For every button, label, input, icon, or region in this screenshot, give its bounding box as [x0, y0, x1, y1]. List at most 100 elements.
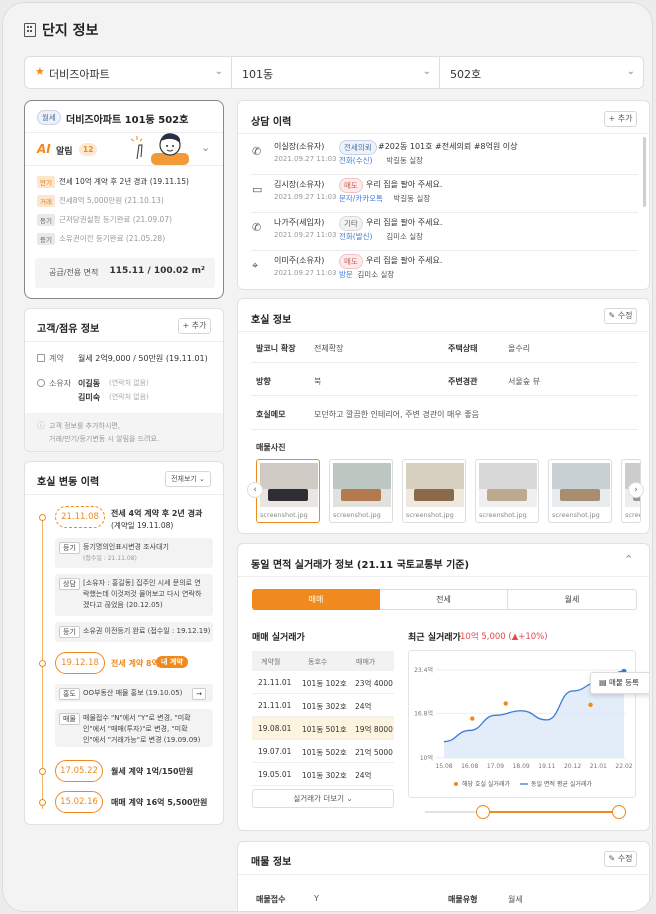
app-frame: 단지 정보 ★ 더비즈아파트 ⌄ 101동 ⌄ 502호 ⌄ 월세 더비즈아파트…: [2, 2, 653, 912]
note-line: 겠다고 끊었음 (20.12.05): [83, 601, 163, 609]
consult-item[interactable]: ⌖ 이미주(소유자) 매도 우리 집을 팔아 주세요. 2021.09.27 11:03…: [238, 253, 638, 289]
timeline-dot: [39, 660, 46, 667]
room-photo: [333, 463, 391, 507]
balcony-value: 전체확장: [314, 344, 344, 353]
owner-name: 이길동: [78, 379, 101, 388]
edit-room-button[interactable]: ✎ 수정: [604, 308, 637, 324]
alert-tag: 등기: [37, 233, 55, 245]
trade-cell: 101동 102호: [302, 679, 347, 688]
history-filter-select[interactable]: 전체보기 ⌄: [165, 471, 211, 487]
timeline-dot: [39, 799, 46, 806]
add-customer-button[interactable]: + 추가: [178, 318, 211, 334]
chevron-down-icon[interactable]: ⌄: [201, 141, 210, 154]
divider: [251, 212, 638, 213]
tab-jeonse[interactable]: 전세: [380, 589, 508, 610]
legend-label: 해당 호실 실거래가: [462, 780, 510, 788]
photo-thumb[interactable]: screenshot.jpg: [329, 459, 393, 523]
hint-text: 거래/만기/등기변동 시 알림을 드려요.: [49, 435, 160, 443]
apartment-select[interactable]: ★ 더비즈아파트 ⌄: [24, 56, 232, 89]
owner-note: (연락처 없음): [109, 393, 149, 401]
chevron-up-icon[interactable]: ⌃: [624, 553, 633, 566]
trade-row[interactable]: 19.07.01 101동 502호 21억 5000: [252, 740, 394, 763]
note-line: 매물접수 "N"에서 "Y"로 변경, "미확: [83, 714, 191, 722]
more-label: 실거래가 더보기: [293, 794, 344, 803]
event-date: 15.02.16: [55, 791, 103, 813]
trade-row[interactable]: 19.05.01 101동 302호 24억: [252, 763, 394, 786]
photo-thumb[interactable]: screenshot.jpg: [475, 459, 539, 523]
contract-icon: [37, 354, 45, 362]
trade-title: 동일 면적 실거래가 정보 (21.11 국토교통부 기준): [251, 560, 470, 571]
scrollbar[interactable]: [643, 137, 646, 207]
range-handle-left[interactable]: [476, 805, 490, 819]
photo-furniture: [341, 489, 381, 501]
edit-label: 수정: [617, 854, 633, 863]
consult-tag: 매도: [339, 254, 363, 269]
balcony-label: 발코니 확장: [256, 344, 296, 353]
add-consult-button[interactable]: + 추가: [604, 111, 637, 127]
note-tag: 등기: [59, 542, 80, 554]
area-label: 공급/전용 면적: [49, 268, 99, 277]
prev-photo-button[interactable]: ‹: [247, 482, 263, 498]
trade-row[interactable]: 19.08.01 101동 501호 19억 8000: [252, 717, 394, 740]
unit-card: 월세 더비즈아파트 101동 502호 AI 알림 12 ⌄ 만기 전세 10억 …: [24, 100, 224, 299]
add-listing-popup[interactable]: ▤ 매물 등록: [590, 672, 649, 694]
event-date: 17.05.22: [55, 760, 103, 782]
trade-cell: 101동 502호: [302, 748, 347, 757]
alert-text: 소유권이전 등기완료 (21.05.28): [59, 234, 166, 243]
legend-label: 동일 면적 평균 실거래가: [531, 780, 592, 788]
photo-caption: screenshot.jpg: [333, 511, 381, 519]
photo-thumb[interactable]: screenshot.jpg: [548, 459, 612, 523]
trade-cell: 21.11.01: [258, 701, 292, 710]
note-tag: 상담: [59, 578, 80, 590]
more-trades-button[interactable]: 실거래가 더보기 ⌄: [252, 789, 394, 808]
photos-label: 매물사진: [256, 443, 286, 452]
chevron-down-icon: ⌄: [626, 66, 635, 77]
dong-select[interactable]: 101동 ⌄: [232, 56, 440, 89]
note-tag: 매물: [59, 713, 80, 725]
ho-select-value: 502호: [450, 68, 482, 81]
edit-listing-button[interactable]: ✎ 수정: [604, 851, 637, 867]
photo-furniture: [268, 489, 308, 501]
tab-monthly[interactable]: 월세: [508, 589, 637, 610]
trade-row[interactable]: 21.11.01 101동 102호 23억 4000: [252, 671, 394, 694]
room-photo: [479, 463, 537, 507]
ho-select[interactable]: 502호 ⌄: [440, 56, 644, 89]
direction-value: 북: [314, 377, 322, 386]
consult-item[interactable]: ✆ 나가주(세입자) 기타 우리 집을 팔아 주세요. 2021.09.27 11:03…: [238, 215, 638, 253]
room-photo: [552, 463, 610, 507]
my-contract-badge: 내 계약: [156, 656, 188, 668]
edit-label: 수정: [617, 311, 633, 320]
status-label: 주택상태: [448, 344, 478, 353]
range-handle-right[interactable]: [612, 805, 626, 819]
next-photo-button[interactable]: ›: [628, 482, 644, 498]
event-text: 전세 4억 계약 후 2년 경과: [111, 509, 203, 518]
trade-row[interactable]: 21.11.01 101동 302호 24억: [252, 694, 394, 717]
consult-item[interactable]: ▭ 김시장(소유자) 매도 우리 집을 팔아 주세요. 2021.09.27 11:03…: [238, 177, 638, 215]
trade-cell: 19억 8000: [355, 725, 393, 734]
photo-thumb[interactable]: screenshot.jpg: [256, 459, 320, 523]
tab-sale[interactable]: 매매: [252, 589, 380, 610]
trade-list-title: 매매 실거래가: [252, 633, 305, 643]
memo-label: 호실메모: [256, 410, 286, 419]
photo-furniture: [560, 489, 600, 501]
alert-tag: 등기: [37, 214, 55, 226]
recent-label: 최근 실거래가: [408, 633, 461, 643]
alert-tag: 만기: [37, 176, 55, 188]
trade-cell: 24억: [355, 702, 372, 711]
note-line: [소유자 : 홍길동] 집주인 시세 문의로 연: [83, 579, 201, 587]
unit-price-point: [503, 701, 508, 706]
memo-value: 모던하고 깔끔한 인테리어, 주변 경관이 매우 좋음: [314, 410, 479, 419]
note-line: OO부동산 매물 홍보 (19.10.05): [83, 689, 183, 697]
trade-cell: 101동 302호: [302, 771, 347, 780]
photo-thumb[interactable]: screenshot.jpg: [402, 459, 466, 523]
listing-type-label: 매물유형: [448, 895, 478, 904]
history-note: 홍도 OO부동산 매물 홍보 (19.10.05): [55, 684, 213, 702]
consult-item[interactable]: ✆ 이실장(소유자) 전세의뢰 #202동 101호 #전세의뢰 #8억원 이상 202…: [238, 139, 638, 177]
consult-time: 2021.09.27 11:03: [274, 269, 337, 277]
consult-tag: 전세의뢰: [339, 140, 377, 155]
arrow-right-icon[interactable]: →: [192, 688, 206, 700]
consult-channel: 방문: [339, 270, 353, 279]
room-info-title: 호실 정보: [251, 315, 292, 326]
contract-label: 계약: [49, 354, 64, 363]
page-title: 단지 정보: [42, 23, 99, 39]
